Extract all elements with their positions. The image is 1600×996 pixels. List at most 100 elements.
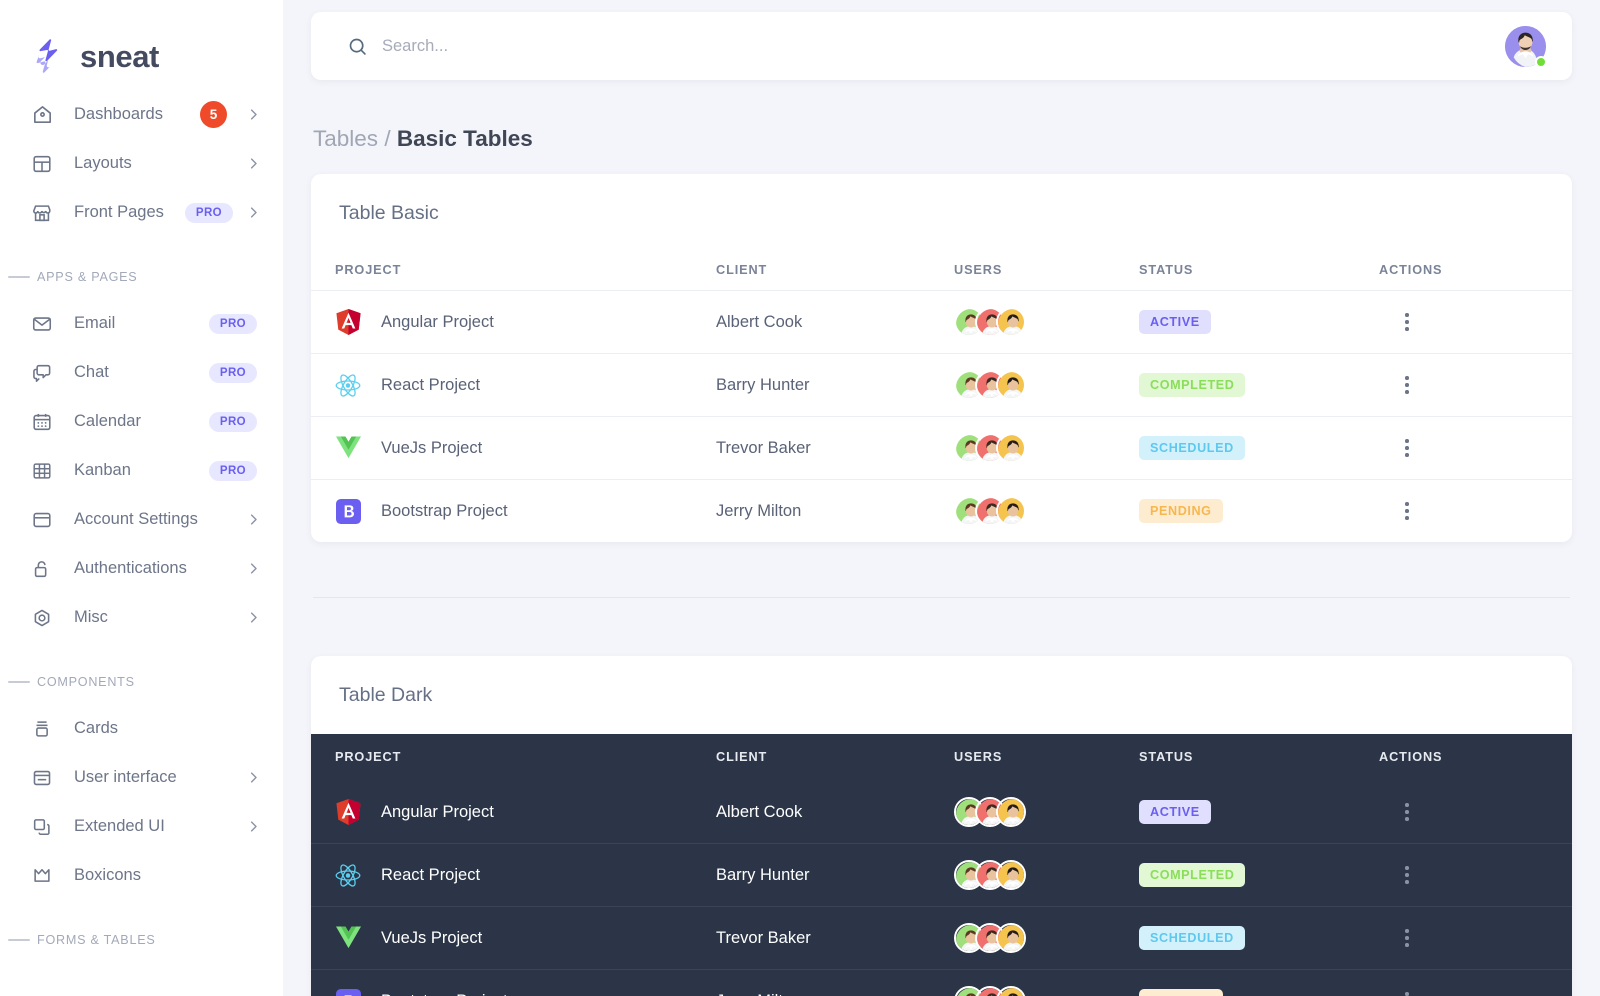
sidebar-item-account-settings[interactable]: Account Settings <box>0 495 283 544</box>
chevron-right-icon <box>245 205 261 221</box>
layout-icon <box>30 152 54 176</box>
row-actions-menu[interactable] <box>1397 929 1417 947</box>
cell-status: COMPLETED <box>1139 844 1379 907</box>
cell-actions <box>1379 970 1572 996</box>
status-badge: ACTIVE <box>1139 800 1211 824</box>
client-name: Barry Hunter <box>716 865 810 884</box>
avatar[interactable] <box>996 923 1026 953</box>
section-title: APPS & PAGES <box>37 270 138 284</box>
sidebar-item-authentications[interactable]: Authentications <box>0 544 283 593</box>
sidebar-section-apps-pages: APPS & PAGES <box>0 255 283 299</box>
sidebar-item-cards[interactable]: Cards <box>0 704 283 753</box>
cell-client: Jerry Milton <box>716 480 954 543</box>
table-basic-card: Table Basic PROJECT CLIENT USERS STATUS … <box>311 174 1572 542</box>
chevron-right-icon <box>245 770 261 786</box>
avatar[interactable] <box>1505 25 1547 68</box>
cell-users <box>954 480 1139 543</box>
table-row: React Project Barry Hunter COMPLETED <box>311 843 1572 907</box>
row-actions-menu[interactable] <box>1397 376 1417 394</box>
sidebar-item-label: Kanban <box>74 461 131 479</box>
cell-project: Bootstrap Project <box>311 970 716 996</box>
status-badge: COMPLETED <box>1139 863 1246 887</box>
cell-actions <box>1379 907 1572 970</box>
table-basic-head: PROJECT CLIENT USERS STATUS ACTIONS <box>311 252 1572 291</box>
table-row: React Project Barry Hunter COMPLETED <box>311 354 1572 417</box>
sidebar-item-user-interface[interactable]: User interface <box>0 753 283 802</box>
sidebar-item-kanban[interactable]: Kanban PRO <box>0 446 283 495</box>
sidebar-item-email[interactable]: Email PRO <box>0 299 283 348</box>
status-badge: ACTIVE <box>1139 310 1211 334</box>
pro-badge: PRO <box>208 362 257 383</box>
search-input[interactable] <box>382 36 822 56</box>
breadcrumb-parent[interactable]: Tables <box>313 126 378 151</box>
column-header-project: PROJECT <box>335 263 402 277</box>
project-name: Bootstrap Project <box>381 501 508 520</box>
table-dark-body: Angular Project Albert Cook ACTIVE React Pr… <box>311 781 1572 996</box>
row-actions-menu[interactable] <box>1397 803 1417 821</box>
cell-project: VueJs Project <box>311 417 716 480</box>
calendar-icon <box>30 410 54 434</box>
column-header-client: CLIENT <box>716 263 768 277</box>
search-bar[interactable] <box>347 36 1505 57</box>
avatar[interactable] <box>996 797 1026 827</box>
avatar[interactable] <box>996 307 1026 337</box>
brand-name: sneat <box>80 39 159 74</box>
table-dark-title: Table Dark <box>339 684 433 706</box>
table-dark-card: Table Dark PROJECT CLIENT USERS STATUS A… <box>311 656 1572 996</box>
column-header-users: USERS <box>954 263 1003 277</box>
sidebar-item-calendar[interactable]: Calendar PRO <box>0 397 283 446</box>
avatar[interactable] <box>996 370 1026 400</box>
sidebar-item-extended-ui[interactable]: Extended UI <box>0 802 283 851</box>
cell-client: Albert Cook <box>716 781 954 844</box>
sidebar-item-boxicons[interactable]: Boxicons <box>0 851 283 900</box>
row-actions-menu[interactable] <box>1397 866 1417 884</box>
cell-project: VueJs Project <box>311 907 716 970</box>
row-actions-menu[interactable] <box>1397 313 1417 331</box>
table-header-row: PROJECT CLIENT USERS STATUS ACTIONS <box>311 252 1572 291</box>
cube-icon <box>30 606 54 630</box>
chevron-right-icon <box>245 512 261 528</box>
sidebar-item-misc[interactable]: Misc <box>0 593 283 642</box>
avatar[interactable] <box>996 433 1026 463</box>
brand[interactable]: sneat <box>0 0 283 86</box>
cell-client: Trevor Baker <box>716 907 954 970</box>
sidebar-item-chat[interactable]: Chat PRO <box>0 348 283 397</box>
cell-status: ACTIVE <box>1139 291 1379 354</box>
chat-icon <box>30 361 54 385</box>
vue-icon <box>335 435 361 461</box>
section-title: COMPONENTS <box>37 675 135 689</box>
page-title: Basic Tables <box>396 126 533 151</box>
table-dark-head: PROJECT CLIENT USERS STATUS ACTIONS <box>311 734 1572 781</box>
chevron-right-icon <box>245 156 261 172</box>
cell-status: COMPLETED <box>1139 354 1379 417</box>
cell-project: React Project <box>311 354 716 417</box>
client-name: Trevor Baker <box>716 438 811 457</box>
row-actions-menu[interactable] <box>1397 439 1417 457</box>
avatar[interactable] <box>996 860 1026 890</box>
avatar-group <box>954 797 1139 827</box>
avatar[interactable] <box>996 496 1026 526</box>
envelope-icon <box>30 312 54 336</box>
chevron-right-icon <box>245 610 261 626</box>
sidebar-item-layouts[interactable]: Layouts <box>0 139 283 188</box>
section-divider <box>8 276 30 278</box>
pro-badge: PRO <box>208 313 257 334</box>
table-row: VueJs Project Trevor Baker SCHEDULED <box>311 417 1572 480</box>
avatar[interactable] <box>996 986 1026 996</box>
cell-client: Albert Cook <box>716 291 954 354</box>
window-icon <box>30 508 54 532</box>
row-actions-menu[interactable] <box>1397 992 1417 996</box>
project-name: VueJs Project <box>381 438 483 457</box>
sidebar-item-front-pages[interactable]: Front Pages PRO <box>0 188 283 237</box>
table-basic: PROJECT CLIENT USERS STATUS ACTIONS Angu… <box>311 252 1572 542</box>
sidebar-item-dashboards[interactable]: Dashboards 5 <box>0 90 283 139</box>
sidebar-item-label: Authentications <box>74 559 187 577</box>
cell-actions <box>1379 354 1572 417</box>
sidebar-section-components: COMPONENTS <box>0 660 283 704</box>
angular-icon <box>335 309 361 335</box>
client-name: Albert Cook <box>716 802 803 821</box>
cell-client: Jerry Milton <box>716 970 954 996</box>
sidebar-item-label: Chat <box>74 363 109 381</box>
row-actions-menu[interactable] <box>1397 502 1417 520</box>
cell-client: Barry Hunter <box>716 354 954 417</box>
